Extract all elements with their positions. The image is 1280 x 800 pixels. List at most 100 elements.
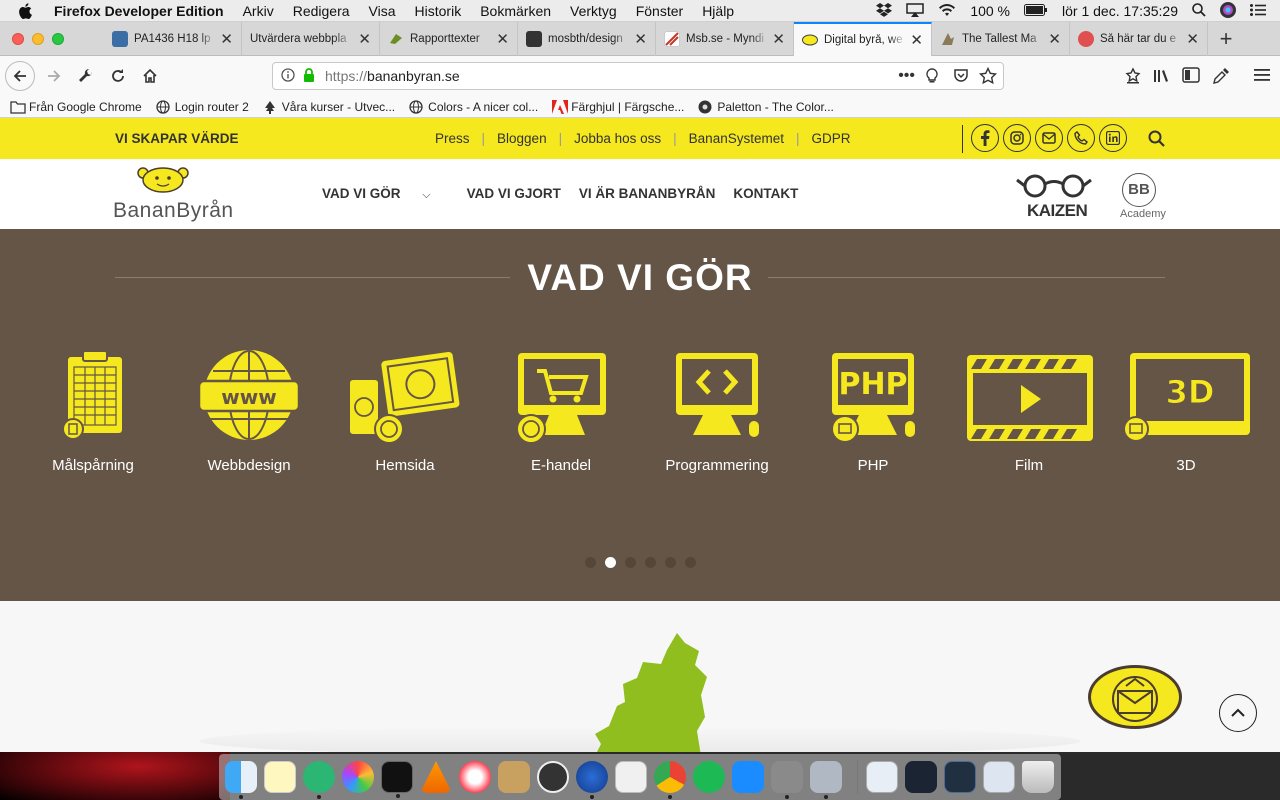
siri-icon[interactable]	[1220, 1, 1236, 21]
spotlight-icon[interactable]	[1192, 2, 1206, 20]
instagram-icon[interactable]	[1003, 124, 1031, 152]
minimized-window-icon[interactable]	[905, 761, 937, 793]
browser-tab[interactable]: Utvärdera webbpla ✕	[242, 22, 380, 56]
close-tab-icon[interactable]: ✕	[1186, 30, 1199, 48]
utility-icon[interactable]	[810, 761, 842, 799]
bb-academy-logo[interactable]: BB Academy	[1118, 173, 1166, 225]
menu-visa[interactable]: Visa	[369, 3, 396, 19]
forward-button[interactable]	[39, 61, 69, 91]
kaizen-logo[interactable]: KAIZEN	[1015, 174, 1095, 224]
browser-tab[interactable]: Msb.se - Myndi ✕	[656, 22, 794, 56]
carousel-dot[interactable]	[665, 557, 676, 568]
link-press[interactable]: Press	[435, 131, 470, 146]
notification-center-icon[interactable]	[1250, 3, 1266, 19]
close-tab-icon[interactable]: ✕	[772, 30, 785, 48]
itunes-icon[interactable]	[459, 761, 491, 793]
info-icon[interactable]	[281, 67, 295, 85]
preview-icon[interactable]	[615, 761, 647, 793]
menu-historik[interactable]: Historik	[415, 3, 462, 19]
carousel-dot[interactable]	[645, 557, 656, 568]
home-button[interactable]	[135, 61, 165, 91]
new-tab-button[interactable]: +	[1208, 22, 1244, 55]
terminal-icon[interactable]	[381, 761, 413, 798]
obs-icon[interactable]	[537, 761, 569, 793]
search-icon[interactable]	[1148, 130, 1166, 153]
bookmark-item[interactable]: Från Google Chrome	[10, 100, 142, 114]
carousel-dot[interactable]	[685, 557, 696, 568]
menu-hjalp[interactable]: Hjälp	[702, 3, 734, 19]
paintbrush-icon[interactable]	[498, 761, 530, 793]
nav-vi-ar-bananbyran[interactable]: VI ÄR BANANBYRÅN	[579, 186, 716, 202]
close-tab-icon[interactable]: ✕	[1048, 30, 1061, 48]
scroll-to-top-button[interactable]	[1219, 694, 1257, 732]
atom-icon[interactable]	[303, 761, 335, 799]
firefox-icon[interactable]	[576, 761, 608, 799]
notes-icon[interactable]	[264, 761, 296, 793]
eyedropper-icon[interactable]	[1212, 67, 1230, 90]
phone-icon[interactable]	[1067, 124, 1095, 152]
bookmark-item[interactable]: Färghjul | Färgsche...	[552, 99, 684, 114]
sidebar-icon[interactable]	[1182, 67, 1200, 88]
page-actions-icon[interactable]: •••	[898, 67, 915, 85]
link-jobba[interactable]: Jobba hos oss	[574, 131, 661, 146]
battery-icon[interactable]	[1024, 3, 1048, 19]
menu-bokmarken[interactable]: Bokmärken	[480, 3, 551, 19]
service-programmering[interactable]: Programmering	[647, 349, 787, 474]
airplay-icon[interactable]	[906, 2, 925, 20]
close-tab-icon[interactable]: ✕	[358, 30, 371, 48]
wifi-icon[interactable]	[938, 3, 956, 20]
browser-tab[interactable]: Så här tar du e ✕	[1070, 22, 1208, 56]
link-banansystemet[interactable]: BananSystemet	[689, 131, 784, 146]
app-store-icon[interactable]	[732, 761, 764, 793]
bookmark-item[interactable]: Paletton - The Color...	[698, 100, 834, 114]
close-tab-icon[interactable]: ✕	[910, 31, 923, 49]
lightbulb-icon[interactable]	[925, 68, 939, 87]
finder-icon[interactable]	[225, 761, 257, 799]
menu-redigera[interactable]: Redigera	[293, 3, 350, 19]
service-malsparning[interactable]: Målspårning	[23, 349, 163, 474]
bookmark-item[interactable]: Våra kurser - Utvec...	[263, 100, 395, 114]
browser-tab[interactable]: mosbth/design ✕	[518, 22, 656, 56]
zoom-window-button[interactable]	[52, 33, 64, 45]
library-icon[interactable]	[1152, 67, 1170, 90]
spotify-icon[interactable]	[693, 761, 725, 793]
reload-button[interactable]	[103, 61, 133, 91]
menu-arkiv[interactable]: Arkiv	[243, 3, 274, 19]
carousel-dot[interactable]	[585, 557, 596, 568]
browser-tab[interactable]: Rapporttexter ✕	[380, 22, 518, 56]
url-bar[interactable]: https:// bananbyran.se •••	[272, 62, 1004, 90]
link-bloggen[interactable]: Bloggen	[497, 131, 547, 146]
carousel-dot[interactable]	[625, 557, 636, 568]
wrench-icon[interactable]	[71, 61, 101, 91]
service-film[interactable]: Film	[959, 349, 1099, 474]
close-window-button[interactable]	[12, 33, 24, 45]
link-gdpr[interactable]: GDPR	[812, 131, 851, 146]
close-tab-icon[interactable]: ✕	[496, 30, 509, 48]
photos-icon[interactable]	[342, 761, 374, 793]
linkedin-icon[interactable]	[1099, 124, 1127, 152]
bookmark-star-icon[interactable]	[978, 66, 998, 88]
carousel-dot-active[interactable]	[605, 557, 616, 568]
service-3d[interactable]: 3D 3D	[1116, 349, 1256, 474]
close-tab-icon[interactable]: ✕	[634, 30, 647, 48]
back-button[interactable]	[5, 61, 35, 91]
browser-tab[interactable]: The Tallest Ma ✕	[932, 22, 1070, 56]
service-hemsida[interactable]: Hemsida	[335, 349, 475, 474]
pocket-icon[interactable]	[953, 68, 969, 87]
mail-icon[interactable]	[1035, 124, 1063, 152]
minimized-window-icon[interactable]	[944, 761, 976, 793]
lock-icon[interactable]	[303, 67, 315, 85]
bookmarks-menu-icon[interactable]	[1124, 67, 1142, 90]
browser-tab[interactable]: PA1436 H18 lp ✕	[104, 22, 242, 56]
bookmark-item[interactable]: Login router 2	[156, 100, 249, 114]
service-php[interactable]: PHP PHP	[803, 349, 943, 474]
app-menu[interactable]: Firefox Developer Edition	[54, 3, 224, 19]
apple-icon[interactable]	[18, 2, 36, 20]
contact-monkey-button[interactable]	[1086, 661, 1184, 731]
facebook-icon[interactable]	[971, 124, 999, 152]
close-tab-icon[interactable]: ✕	[220, 30, 233, 48]
nav-vad-vi-gor[interactable]: VAD VI GÖR ⌵	[322, 186, 449, 202]
menu-fonster[interactable]: Fönster	[636, 3, 683, 19]
minimized-window-icon[interactable]	[983, 761, 1015, 793]
service-webbdesign[interactable]: www Webbdesign	[179, 349, 319, 474]
